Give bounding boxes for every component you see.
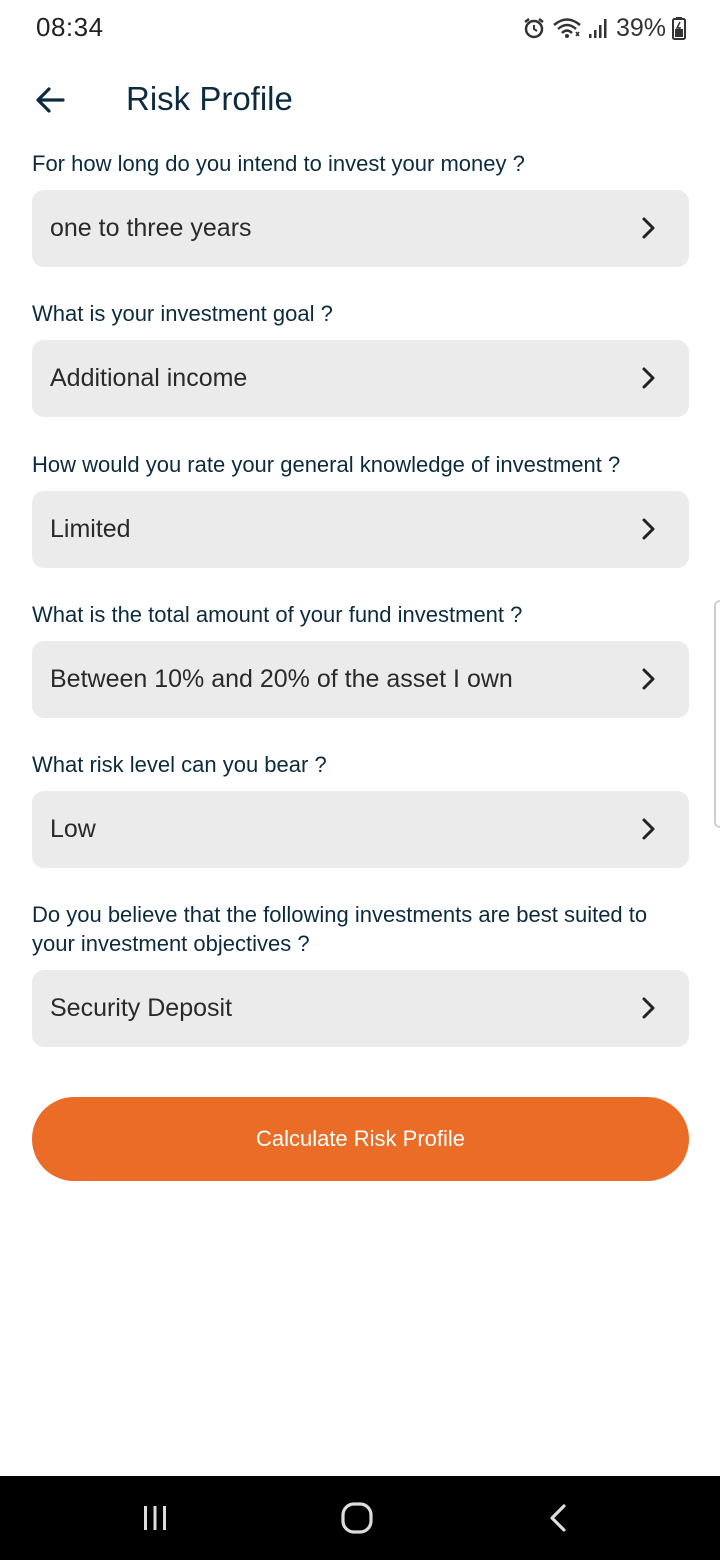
- question-label: What is your investment goal ?: [32, 301, 333, 326]
- question-block: What is your investment goal ? Additiona…: [32, 267, 689, 417]
- recent-apps-button[interactable]: [133, 1498, 177, 1542]
- system-back-button[interactable]: [537, 1498, 581, 1542]
- question-label: How would you rate your general knowledg…: [32, 452, 621, 477]
- home-button[interactable]: [335, 1498, 379, 1542]
- select-value: Low: [50, 815, 96, 843]
- investment-goal-select[interactable]: Additional income: [32, 340, 689, 417]
- investment-type-select[interactable]: Security Deposit: [32, 970, 689, 1047]
- question-label: Do you believe that the following invest…: [32, 902, 648, 956]
- home-icon: [339, 1500, 375, 1541]
- wifi-icon: [552, 16, 582, 40]
- signal-icon: [588, 16, 608, 40]
- question-block: How would you rate your general knowledg…: [32, 417, 689, 568]
- question-block: Do you believe that the following invest…: [32, 868, 689, 1047]
- chevron-right-icon: [637, 667, 661, 691]
- page-title: Risk Profile: [126, 80, 293, 117]
- scrollbar[interactable]: [714, 600, 720, 828]
- status-bar: 08:34 39%: [0, 0, 720, 56]
- question-label: For how long do you intend to invest you…: [32, 151, 525, 176]
- system-nav-bar: [0, 1476, 720, 1560]
- back-chevron-icon: [544, 1503, 574, 1538]
- chevron-right-icon: [637, 996, 661, 1020]
- fund-amount-select[interactable]: Between 10% and 20% of the asset I own: [32, 641, 689, 718]
- calculate-risk-profile-button[interactable]: Calculate Risk Profile: [32, 1097, 689, 1181]
- question-label: What is the total amount of your fund in…: [32, 602, 523, 627]
- select-value: one to three years: [50, 214, 252, 242]
- select-value: Security Deposit: [50, 994, 233, 1022]
- risk-profile-form: For how long do you intend to invest you…: [32, 140, 689, 1047]
- question-block: What is the total amount of your fund in…: [32, 568, 689, 718]
- question-block: What risk level can you bear ? Low: [32, 718, 689, 868]
- status-icons: 39%: [522, 12, 686, 44]
- app-header: Risk Profile: [0, 70, 720, 132]
- arrow-left-icon: [33, 83, 67, 122]
- chevron-right-icon: [637, 366, 661, 390]
- chevron-right-icon: [637, 216, 661, 240]
- select-value: Between 10% and 20% of the asset I own: [50, 665, 513, 693]
- chevron-right-icon: [637, 517, 661, 541]
- risk-level-select[interactable]: Low: [32, 791, 689, 868]
- investment-knowledge-select[interactable]: Limited: [32, 491, 689, 568]
- status-time: 08:34: [36, 12, 104, 42]
- select-value: Limited: [50, 515, 131, 543]
- question-block: For how long do you intend to invest you…: [32, 140, 689, 267]
- recent-apps-icon: [140, 1503, 170, 1538]
- chevron-right-icon: [637, 817, 661, 841]
- back-button[interactable]: [28, 80, 72, 124]
- select-value: Additional income: [50, 364, 248, 392]
- investment-duration-select[interactable]: one to three years: [32, 190, 689, 267]
- battery-percent: 39%: [615, 13, 666, 42]
- alarm-icon: [522, 16, 546, 40]
- question-label: What risk level can you bear ?: [32, 752, 327, 777]
- battery-icon: [672, 16, 686, 40]
